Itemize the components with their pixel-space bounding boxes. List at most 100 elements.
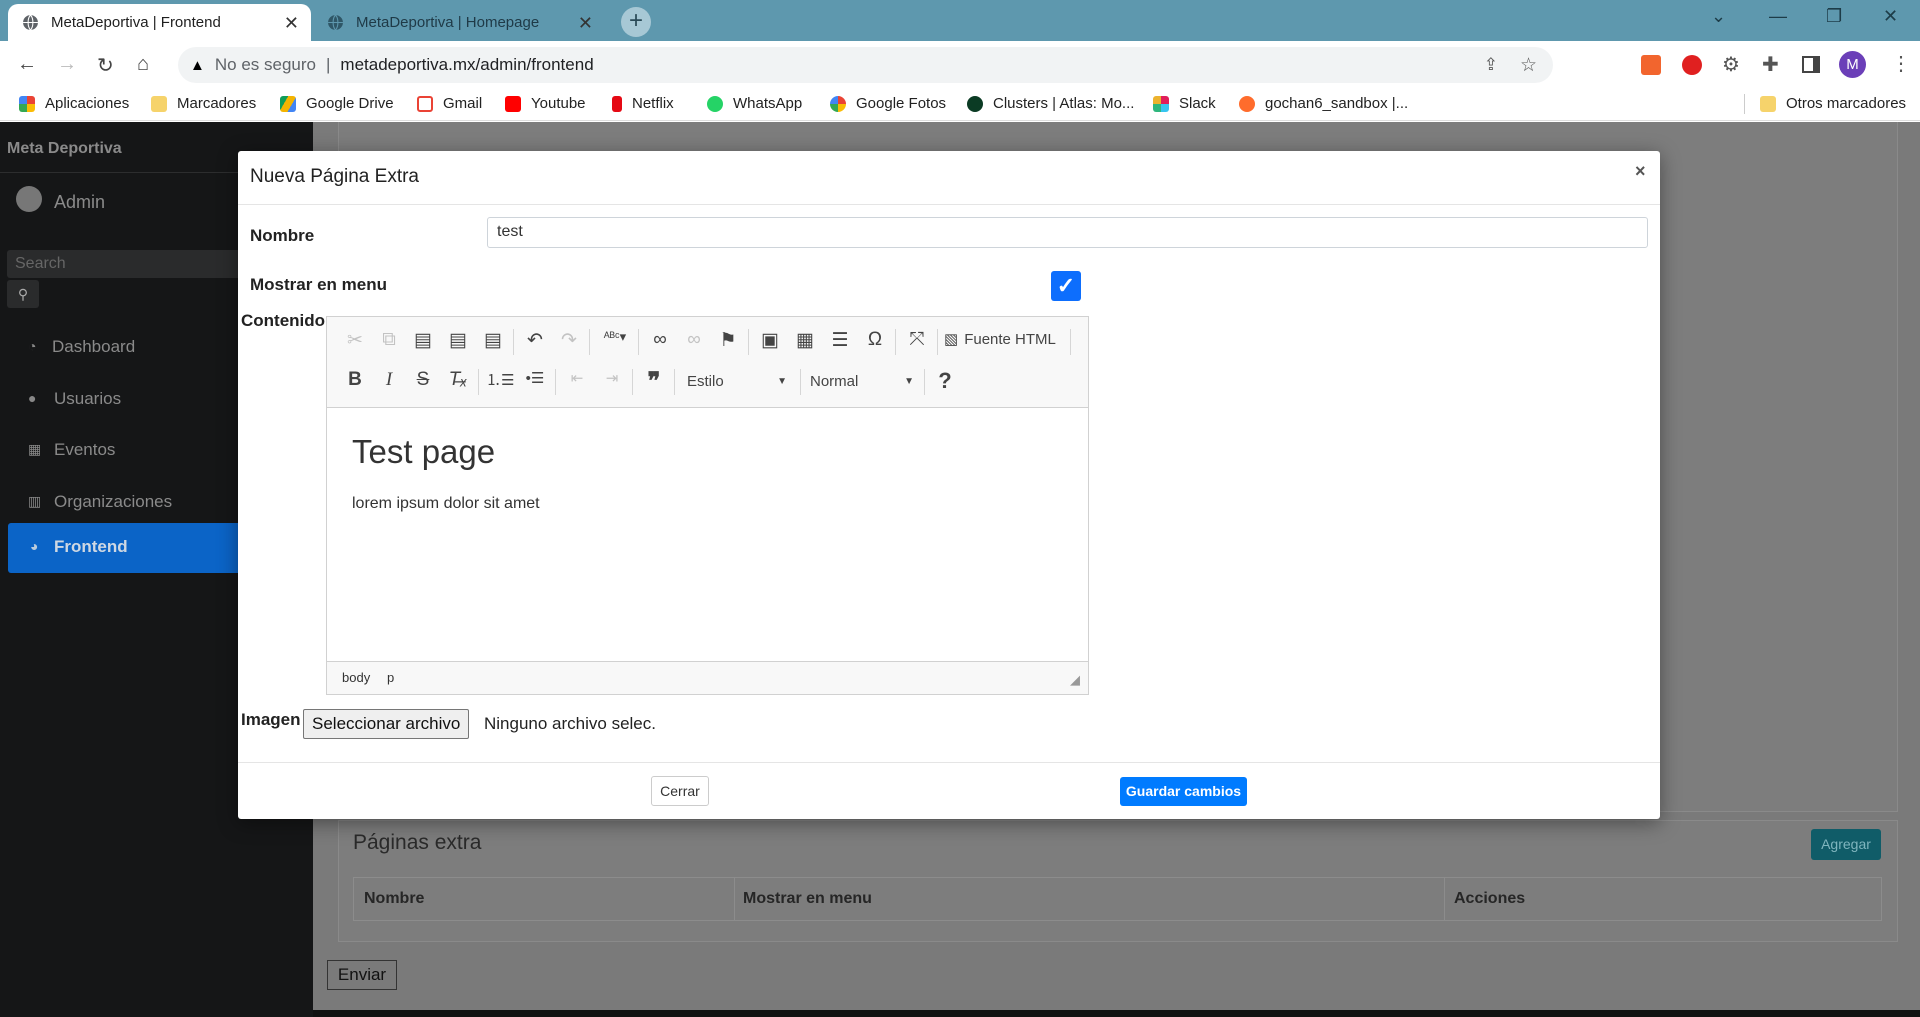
back-icon[interactable]: ← — [17, 53, 37, 76]
save-button[interactable]: Guardar cambios — [1120, 777, 1247, 806]
editor-toolbar: ✂ ⧉ ▤ ▤ ▤ ↶ ↷ ᴬᴮᶜ▾ ∞ ∞ ⚑ ▣ ▦ ☰ Ω ⤧ ▧ Fue… — [327, 317, 1088, 408]
share-icon[interactable]: ⇪ — [1484, 55, 1498, 75]
table-icon[interactable]: ▦ — [791, 329, 819, 352]
close-button[interactable]: Cerrar — [651, 776, 709, 806]
modal-title: Nueva Página Extra — [250, 166, 419, 187]
tab-search-icon[interactable]: ⌄ — [1711, 6, 1726, 27]
editor-statusbar: body p ◢ — [327, 661, 1088, 694]
image-icon[interactable]: ▣ — [756, 329, 784, 352]
browser-toolbar: ← → ↻ ⌂ ▲ No es seguro | metadeportiva.m… — [0, 41, 1920, 88]
warning-icon: ▲ — [190, 56, 205, 74]
star-icon[interactable]: ☆ — [1520, 54, 1537, 77]
blockquote-icon[interactable]: ❞ — [640, 367, 668, 396]
window-close-icon[interactable]: ✕ — [1883, 6, 1898, 27]
extension-icon[interactable] — [1641, 55, 1661, 75]
home-icon[interactable]: ⌂ — [137, 53, 149, 76]
paste-word-icon[interactable]: ▤ — [479, 329, 507, 352]
close-tab-icon[interactable]: ✕ — [578, 13, 593, 34]
drive-icon — [280, 95, 296, 112]
adblock-icon[interactable] — [1682, 55, 1702, 75]
redo-icon[interactable]: ↷ — [555, 329, 583, 352]
new-page-modal: Nueva Página Extra × Nombre test Mostrar… — [238, 151, 1660, 819]
show-in-menu-checkbox[interactable]: ✓ — [1051, 271, 1081, 301]
path-element[interactable]: p — [387, 670, 394, 685]
resize-handle-icon[interactable]: ◢ — [1070, 672, 1080, 688]
globe-icon — [23, 14, 38, 31]
format-dropdown[interactable]: Normal ▼ — [810, 373, 914, 390]
bullet-list-icon[interactable]: •☰ — [521, 369, 549, 387]
forward-icon[interactable]: → — [57, 53, 77, 76]
bookmark-slack[interactable]: Slack — [1153, 95, 1216, 112]
new-tab-button[interactable]: + — [621, 7, 651, 37]
unlink-icon[interactable]: ∞ — [680, 329, 708, 351]
spellcheck-icon[interactable]: ᴬᴮᶜ▾ — [597, 329, 633, 345]
name-label: Nombre — [250, 226, 315, 245]
file-select-button[interactable]: Seleccionar archivo — [303, 709, 470, 739]
tab-homepage[interactable]: MetaDeportiva | Homepage ✕ — [313, 4, 605, 41]
strike-icon[interactable]: S — [409, 369, 437, 391]
tab-frontend[interactable]: MetaDeportiva | Frontend ✕ — [8, 4, 311, 41]
outdent-icon[interactable]: ⇤ — [563, 369, 591, 387]
remove-format-icon[interactable]: T̶ₓ — [444, 369, 472, 391]
paste-icon[interactable]: ▤ — [409, 329, 437, 352]
bookmark-folder[interactable]: Marcadores — [151, 95, 256, 112]
youtube-icon — [505, 95, 521, 112]
tab-title: MetaDeportiva | Frontend — [51, 14, 221, 31]
bookmark-atlas[interactable]: Clusters | Atlas: Mo... — [967, 95, 1134, 112]
sidepanel-icon[interactable] — [1802, 56, 1820, 73]
image-label: Imagen — [241, 710, 301, 729]
indent-icon[interactable]: ⇥ — [598, 369, 626, 387]
source-icon: ▧ — [944, 331, 959, 348]
puzzle-icon[interactable]: ✚ — [1762, 52, 1779, 77]
bookmark-whatsapp[interactable]: WhatsApp — [707, 95, 802, 112]
slack-icon — [1153, 95, 1169, 112]
help-icon[interactable]: ? — [931, 368, 959, 394]
numbered-list-icon[interactable]: ⒈☰ — [486, 369, 514, 390]
apps-grid-icon — [19, 95, 35, 112]
bookmark-youtube[interactable]: Youtube — [505, 95, 586, 112]
menu-label: Mostrar en menu — [250, 275, 387, 294]
avatar[interactable]: M — [1839, 51, 1866, 78]
italic-icon[interactable]: I — [375, 369, 403, 391]
maximize-icon[interactable]: ❐ — [1826, 6, 1842, 27]
editor-content-area[interactable]: Test page lorem ipsum dolor sit amet — [327, 409, 1088, 659]
copy-icon[interactable]: ⧉ — [375, 329, 403, 351]
gmail-icon — [417, 95, 433, 112]
minimize-icon[interactable]: — — [1769, 6, 1787, 27]
reload-icon[interactable]: ↻ — [97, 53, 114, 78]
bookmark-apps[interactable]: Aplicaciones — [19, 95, 129, 112]
maximize-icon[interactable]: ⤧ — [903, 329, 931, 351]
mongodb-leaf-icon — [967, 95, 983, 112]
anchor-flag-icon[interactable]: ⚑ — [714, 329, 742, 352]
style-dropdown[interactable]: Estilo ▼ — [687, 373, 787, 390]
cut-icon[interactable]: ✂ — [341, 329, 369, 352]
link-icon[interactable]: ∞ — [646, 329, 674, 351]
address-bar[interactable]: ▲ No es seguro | metadeportiva.mx/admin/… — [178, 47, 1553, 83]
source-html-button[interactable]: ▧ Fuente HTML — [944, 330, 1056, 349]
bookmark-drive[interactable]: Google Drive — [280, 95, 394, 112]
page-body: Meta Deportiva Admin Search ⚲ ◔ Dashboar… — [0, 122, 1920, 1017]
bookmark-photos[interactable]: Google Fotos — [830, 95, 946, 112]
folder-icon — [1760, 95, 1776, 112]
globe-icon — [328, 14, 343, 31]
bookmark-gmail[interactable]: Gmail — [417, 95, 482, 112]
undo-icon[interactable]: ↶ — [521, 329, 549, 352]
bold-icon[interactable]: B — [341, 369, 369, 391]
close-tab-icon[interactable]: ✕ — [284, 13, 299, 34]
path-element[interactable]: body — [342, 670, 370, 685]
rich-text-editor[interactable]: ✂ ⧉ ▤ ▤ ▤ ↶ ↷ ᴬᴮᶜ▾ ∞ ∞ ⚑ ▣ ▦ ☰ Ω ⤧ ▧ Fue… — [326, 316, 1089, 695]
menu-icon[interactable]: ⋮ — [1891, 51, 1911, 76]
chevron-down-icon: ▼ — [777, 376, 787, 387]
close-icon[interactable]: × — [1635, 161, 1646, 182]
horizontal-line-icon[interactable]: ☰ — [826, 329, 854, 352]
bookmark-other[interactable]: Otros marcadores — [1760, 95, 1906, 112]
content-label: Contenido — [241, 311, 326, 330]
content-paragraph: lorem ipsum dolor sit amet — [352, 495, 540, 512]
special-char-icon[interactable]: Ω — [861, 329, 889, 351]
paste-text-icon[interactable]: ▤ — [444, 329, 472, 352]
name-input[interactable]: test — [487, 217, 1648, 248]
gear-icon[interactable]: ⚙ — [1722, 52, 1740, 77]
bookmark-netflix[interactable]: Netflix — [612, 95, 674, 112]
tab-strip: MetaDeportiva | Frontend ✕ MetaDeportiva… — [0, 0, 1920, 41]
bookmark-cpanel[interactable]: gochan6_sandbox |... — [1239, 95, 1408, 112]
